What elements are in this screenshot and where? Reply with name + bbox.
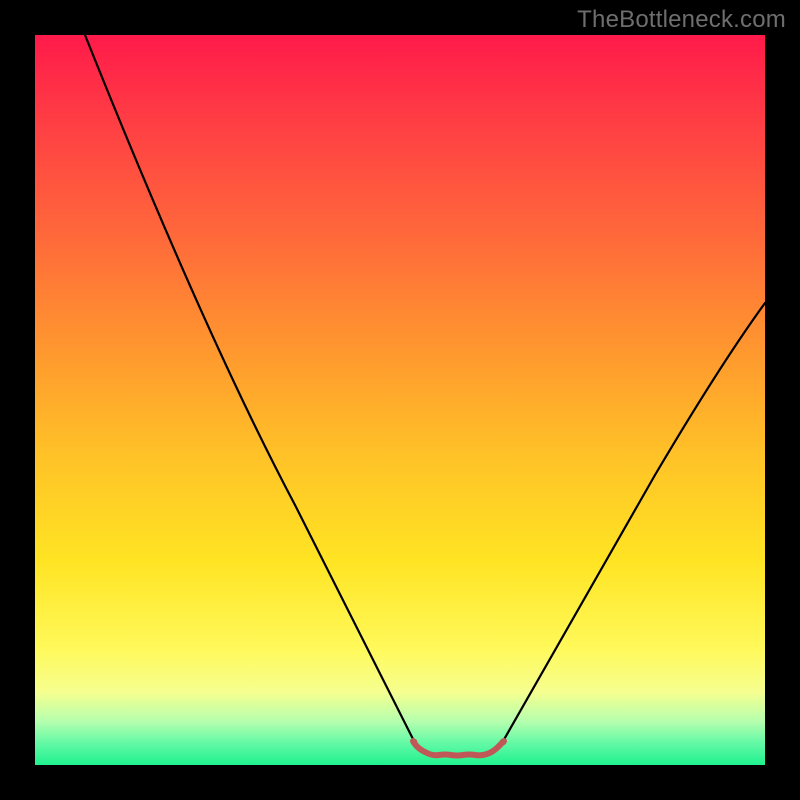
plot-area	[35, 35, 765, 765]
curve-flat-bottom	[413, 741, 504, 756]
flat-end-right	[500, 739, 507, 746]
flat-end-left	[411, 739, 418, 746]
watermark-text: TheBottleneck.com	[577, 6, 786, 34]
chart-frame: TheBottleneck.com	[0, 0, 800, 800]
curve-right-branch	[502, 303, 765, 743]
curve-layer	[35, 35, 765, 765]
curve-left-branch	[85, 35, 415, 743]
